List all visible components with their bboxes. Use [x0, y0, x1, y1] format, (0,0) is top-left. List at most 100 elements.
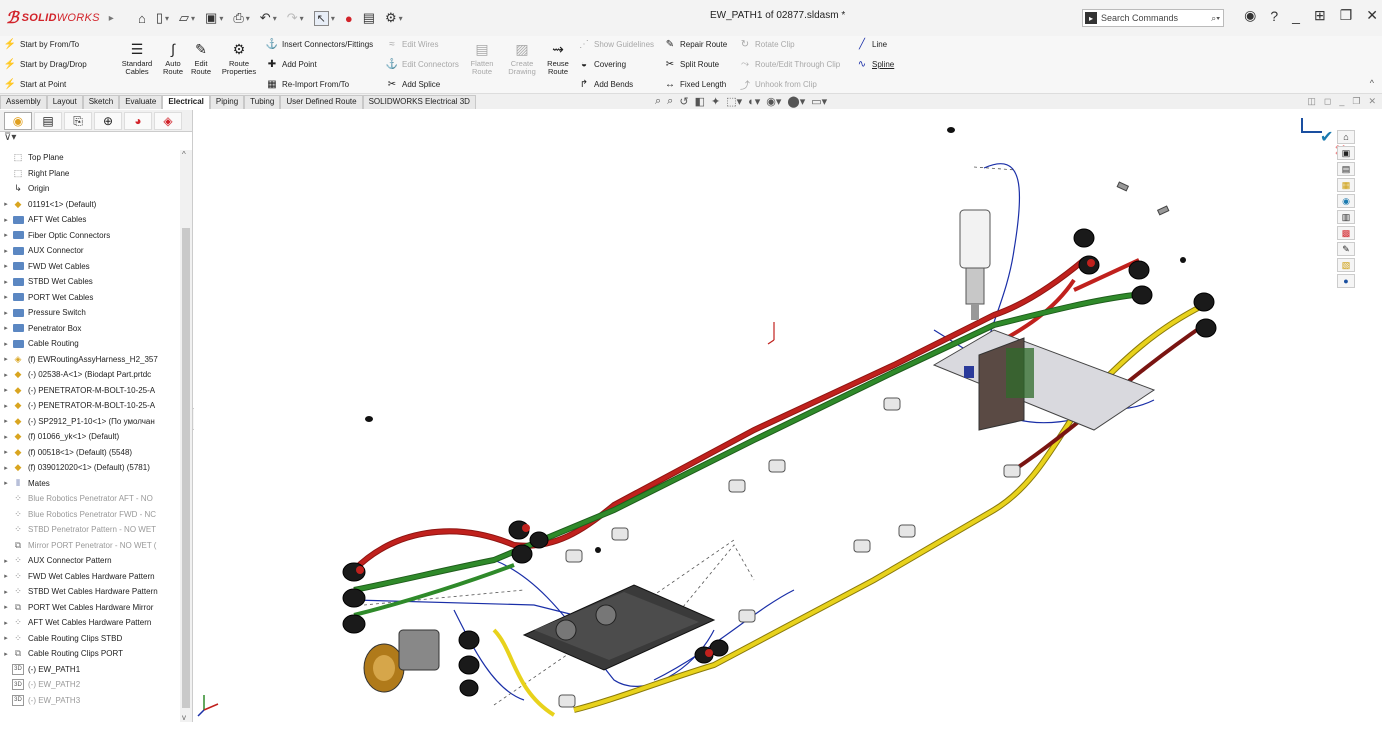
start-at-point-button[interactable]: ⚡ Start at Point	[4, 78, 87, 91]
fixed-length-button[interactable]: ↔ Fixed Length	[664, 78, 727, 91]
tab-tubing[interactable]: Tubing	[244, 95, 281, 109]
solidworks-logo[interactable]: ℬ SOLIDWORKS ▸	[0, 8, 118, 28]
create-drawing-button[interactable]: ▨ Create Drawing	[507, 40, 537, 76]
auto-route-button[interactable]: ∫ Auto Route	[160, 40, 186, 76]
zoom-fit-icon[interactable]: ⌕	[655, 95, 661, 108]
assembly-3d-view[interactable]: ✔ ✖	[194, 110, 1358, 722]
undo-icon[interactable]: ↶	[260, 10, 271, 26]
options-gear-icon[interactable]: ⚙	[385, 10, 397, 26]
tree-item[interactable]: ▸ ⁘ Cable Routing Clips STBD	[0, 631, 180, 647]
view-orientation-icon[interactable]: ⬚▾	[726, 95, 742, 108]
edit-route-button[interactable]: ✎ Edit Route	[188, 40, 214, 76]
tree-item[interactable]: ▸ ⁘ FWD Wet Cables Hardware Pattern	[0, 569, 180, 585]
expand-arrow-icon[interactable]: ▸	[0, 309, 12, 317]
filter-icon[interactable]: ⊽▾	[0, 132, 192, 146]
tab-solidworks-electrical-3d[interactable]: SOLIDWORKS Electrical 3D	[362, 95, 476, 109]
close-icon[interactable]: ✕	[1366, 7, 1378, 24]
home-task-icon[interactable]: ⌂	[1337, 130, 1355, 144]
viewport-close-icon[interactable]: ✕	[1368, 96, 1376, 107]
file-explorer-icon[interactable]: ▦	[1337, 178, 1355, 192]
tree-item[interactable]: ▸ ◆ (-) 02538-A<1> (Biodapt Part.prtdc	[0, 367, 180, 383]
tree-item[interactable]: ⬚ Right Plane	[0, 166, 180, 182]
add-splice-button[interactable]: ✂ Add Splice	[386, 78, 459, 91]
collapse-ribbon-icon[interactable]: ^	[1370, 78, 1374, 88]
tab-layout[interactable]: Layout	[46, 95, 83, 109]
expand-arrow-icon[interactable]: ▸	[0, 200, 12, 208]
expand-arrow-icon[interactable]: ▸	[0, 650, 12, 658]
ok-check-icon[interactable]: ✔	[1320, 127, 1333, 146]
spline-button[interactable]: ∿ Spline	[856, 58, 894, 71]
dimxpert-tab-icon[interactable]: ⊕	[94, 112, 122, 130]
reimport-button[interactable]: ▦ Re-Import From/To	[266, 78, 373, 91]
file-properties-icon[interactable]: ▤	[363, 10, 375, 26]
hide-show-icon[interactable]: ◉▾	[766, 95, 781, 108]
expand-arrow-icon[interactable]: ▸	[0, 572, 12, 580]
cable-clip[interactable]	[1003, 464, 1021, 478]
connector-end[interactable]	[458, 630, 480, 650]
magnifier-icon[interactable]: ⌕▾	[1211, 13, 1220, 24]
connector-end[interactable]	[1131, 285, 1153, 305]
connector-end[interactable]	[529, 531, 549, 549]
redo-icon[interactable]: ↷	[287, 10, 298, 26]
save-icon[interactable]: ▣	[205, 10, 217, 26]
line-button[interactable]: ╱ Line	[856, 38, 894, 51]
cable-clip[interactable]	[768, 459, 786, 473]
edit-connectors-button[interactable]: ⚓ Edit Connectors	[386, 58, 459, 71]
tree-item[interactable]: ▸ ⫴ Mates	[0, 476, 180, 492]
tree-scrollbar[interactable]: ^ v	[180, 150, 192, 722]
bracket-plate[interactable]	[932, 329, 1156, 431]
view-settings-icon[interactable]: ▭▾	[811, 95, 827, 108]
cable-clip[interactable]	[738, 609, 756, 623]
viewport-split-icon[interactable]: ◻	[1324, 96, 1331, 107]
standard-cables-button[interactable]: ☰ Standard Cables	[120, 40, 154, 76]
select-pointer-icon[interactable]: ↖	[313, 10, 329, 26]
tree-item[interactable]: ▸ ⧉ Cable Routing Clips PORT	[0, 646, 180, 662]
routing-tab-icon[interactable]: ◈	[154, 112, 182, 130]
expand-arrow-icon[interactable]: ▸	[0, 464, 12, 472]
connector-end[interactable]	[1195, 318, 1217, 338]
feature-manager-tab-icon[interactable]: ◉	[4, 112, 32, 130]
minimize-icon[interactable]: _	[1292, 8, 1300, 24]
expand-arrow-icon[interactable]: ▸	[0, 355, 12, 363]
appearances-icon[interactable]: ▥	[1337, 210, 1355, 224]
cable-clip[interactable]	[883, 397, 901, 411]
home-icon[interactable]: ⌂	[138, 11, 146, 26]
expand-arrow-icon[interactable]: ▸	[0, 324, 12, 332]
start-from-to-button[interactable]: ⚡ Start by From/To	[4, 38, 87, 51]
viewport-restore-icon[interactable]: ❐	[1352, 96, 1360, 107]
cable-clip[interactable]	[898, 524, 916, 538]
reuse-route-button[interactable]: ⇝ Reuse Route	[545, 40, 571, 76]
tree-item[interactable]: ▸ ◆ (-) PENETRATOR-M-BOLT-10-25-A	[0, 398, 180, 414]
print-icon[interactable]: ⎙	[233, 10, 243, 26]
expand-arrow-icon[interactable]: ▸	[0, 448, 12, 456]
tree-item[interactable]: ▸ ◆ (f) 01066_yk<1> (Default)	[0, 429, 180, 445]
pressure-switch[interactable]	[959, 209, 991, 269]
appearance-icon[interactable]: ⬤▾	[787, 95, 805, 108]
expand-arrow-icon[interactable]: ▸	[0, 634, 12, 642]
tree-item[interactable]: ▸ ⧉ PORT Wet Cables Hardware Mirror	[0, 600, 180, 616]
connector-end[interactable]	[1193, 292, 1215, 312]
expand-arrow-icon[interactable]: ▸	[0, 231, 12, 239]
expand-arrow-icon[interactable]: ▸	[0, 247, 12, 255]
section-view-icon[interactable]: ◧	[695, 95, 705, 108]
tree-item[interactable]: ▸ FWD Wet Cables	[0, 259, 180, 275]
flatten-route-button[interactable]: ▤ Flatten Route	[470, 40, 494, 76]
covering-button[interactable]: ◒ Covering	[578, 58, 654, 71]
tab-assembly[interactable]: Assembly	[0, 95, 47, 109]
cable-clip[interactable]	[558, 694, 576, 708]
tile-windows-icon[interactable]: ⊞	[1314, 7, 1326, 24]
tree-item[interactable]: ▸ ◆ (f) 00518<1> (Default) (5548)	[0, 445, 180, 461]
repair-route-button[interactable]: ✎ Repair Route	[664, 38, 727, 51]
connector-end[interactable]	[511, 544, 533, 564]
view-palette-icon[interactable]: ◉	[1337, 194, 1355, 208]
viewport-tile-icon[interactable]: ◫	[1307, 96, 1316, 107]
expand-arrow-icon[interactable]: ▸	[0, 293, 12, 301]
open-folder-icon[interactable]: ▱	[179, 10, 189, 26]
tree-item[interactable]: ▸ Pressure Switch	[0, 305, 180, 321]
tree-item[interactable]: 3D (-) EW_PATH2	[0, 677, 180, 693]
tree-item[interactable]: ⬚ Top Plane	[0, 150, 180, 166]
insert-connectors-button[interactable]: ⚓ Insert Connectors/Fittings	[266, 38, 373, 51]
cable-clip[interactable]	[565, 549, 583, 563]
unhook-clip-button[interactable]: ⤴ Unhook from Clip	[739, 78, 840, 92]
zoom-area-icon[interactable]: ⌕	[667, 95, 673, 108]
